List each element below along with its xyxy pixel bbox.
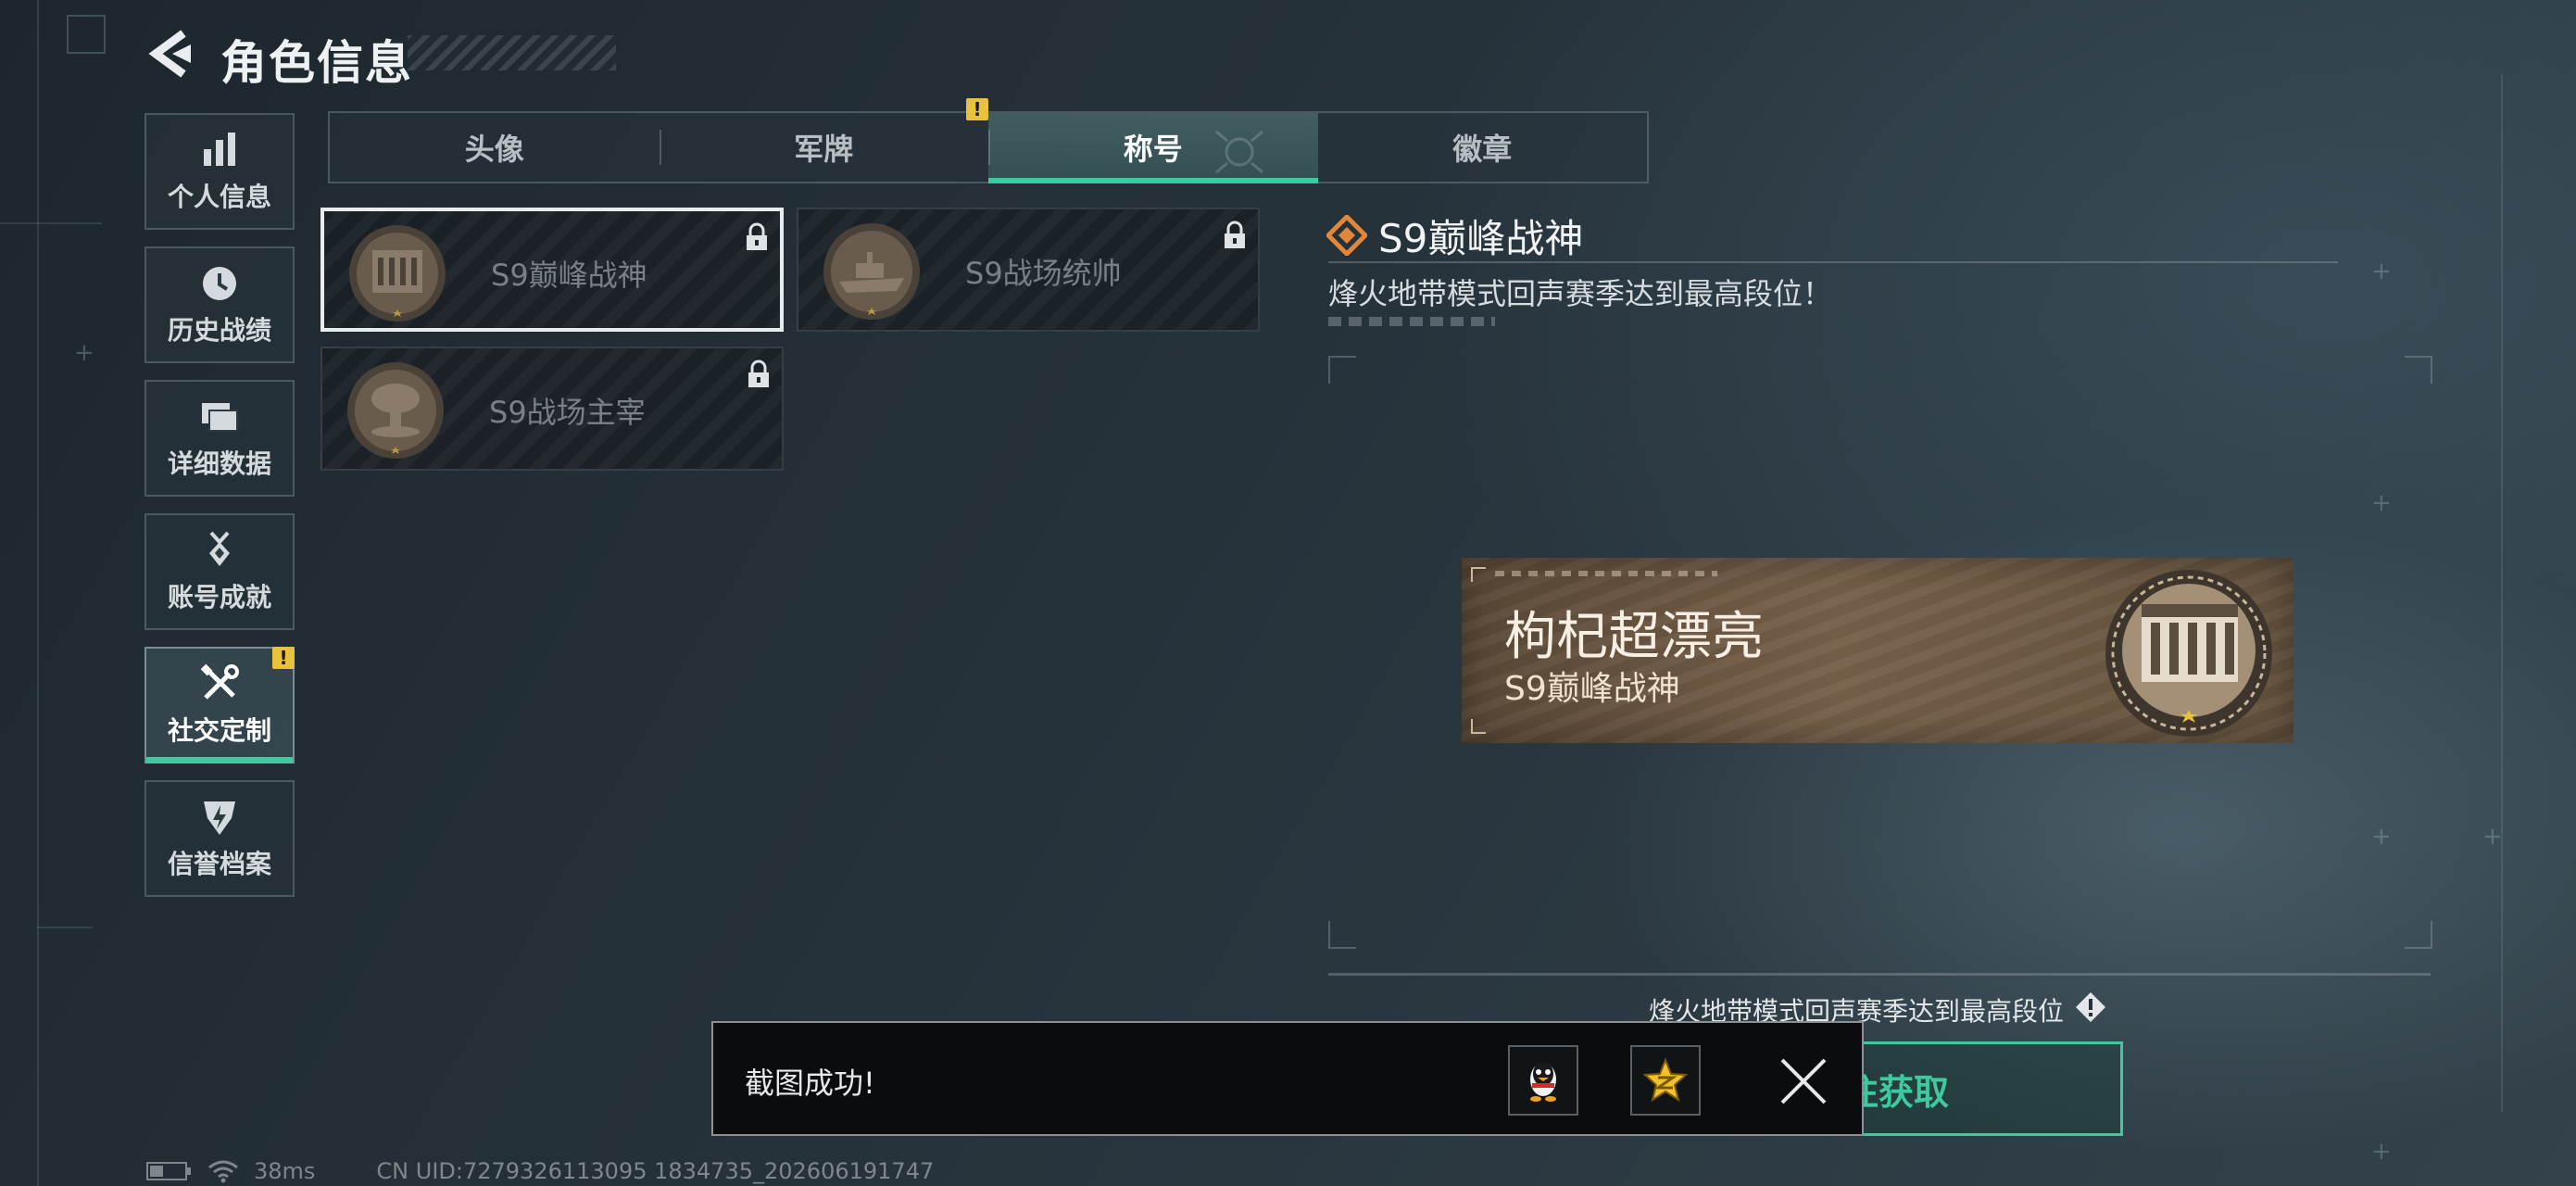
alert-badge: ! [272, 647, 295, 669]
tab-label: 称号 [1123, 132, 1183, 167]
monument-medal-icon [2105, 570, 2272, 737]
back-arrow-icon[interactable] [146, 28, 193, 80]
sidebar-item-achievements[interactable]: 账号成就 [145, 513, 295, 630]
battery-icon [146, 1162, 191, 1180]
title-card-label: S9战场主宰 [489, 395, 646, 430]
bar-chart-icon [204, 132, 235, 166]
title-card[interactable]: S9战场主宰 [320, 347, 784, 471]
title-card-label: S9战场统帅 [965, 256, 1122, 291]
ping-value: 38ms [254, 1158, 316, 1184]
sidebar-item-label: 个人信息 [167, 182, 271, 212]
preview-frame-corner [1328, 356, 1356, 384]
sidebar-item-reputation[interactable]: 信誉档案 [145, 780, 295, 897]
sidebar-item-history[interactable]: 历史战绩 [145, 246, 295, 363]
divider [1328, 973, 2431, 976]
lock-icon [1225, 221, 1245, 248]
wifi-icon [208, 1160, 238, 1183]
medal-icon [209, 531, 230, 566]
detail-title: S9巅峰战神 [1378, 216, 1584, 261]
preview-frame-corner [1328, 921, 1356, 949]
warship-medal-icon [823, 223, 920, 320]
alert-badge: ! [966, 98, 988, 120]
tab-bar: 头像 军牌 ! 称号 徽章 [328, 98, 1649, 183]
info-diamond-icon[interactable] [2075, 991, 2106, 1023]
reticle-decoration-icon [1214, 130, 1263, 174]
sidebar-item-label: 账号成就 [167, 582, 271, 612]
preview-frame-corner [2405, 921, 2432, 949]
title-decoration [408, 35, 616, 70]
sidebar-item-label: 详细数据 [167, 448, 271, 479]
nameplate-tag-decoration [1495, 571, 1717, 576]
sidebar-item-label: 信誉档案 [167, 849, 271, 879]
nameplate-player-name: 枸杞超漂亮 [1504, 607, 1764, 667]
nameplate-corner [1471, 719, 1486, 734]
sidebar-item-details[interactable]: 详细数据 [145, 380, 295, 497]
title-card[interactable]: S9战场统帅 [797, 208, 1260, 332]
tab-label: 军牌 [794, 132, 854, 167]
toast-message: 截图成功! [745, 1066, 875, 1101]
sidebar-item-label: 社交定制 [167, 715, 271, 746]
tab-label: 徽章 [1452, 132, 1513, 167]
uid-text: CN UID:7279326113095 1834735_20260619174… [376, 1158, 935, 1184]
tools-icon [200, 663, 239, 700]
tab-badge[interactable]: 徽章 [1318, 113, 1648, 182]
title-card[interactable]: S9巅峰战神 [320, 208, 784, 332]
active-indicator [146, 757, 293, 763]
folder-icon [202, 403, 238, 432]
lock-icon [747, 222, 767, 250]
clock-icon [203, 267, 236, 300]
tab-title[interactable]: 称号 [988, 113, 1318, 183]
mushroom-cloud-medal-icon [347, 362, 444, 459]
share-qq-button[interactable] [1508, 1045, 1578, 1116]
sidebar-item-social-custom[interactable]: 社交定制 ! [145, 647, 295, 763]
title-card-label: S9巅峰战神 [491, 258, 647, 293]
monument-medal-icon [349, 225, 446, 322]
star-icon [1642, 1057, 1689, 1103]
tab-dogtag[interactable]: 军牌 ! [659, 98, 988, 182]
preview-frame-corner [2405, 356, 2432, 384]
status-bar: 38ms CN UID:7279326113095 1834735_202606… [146, 1158, 934, 1184]
shield-icon [204, 801, 235, 835]
screenshot-toast: 截图成功! [711, 1021, 1864, 1136]
sidebar-item-label: 历史战绩 [167, 315, 271, 346]
detail-subtext-decoration [1328, 317, 1495, 326]
penguin-icon [1530, 1062, 1556, 1102]
page-title: 角色信息 [220, 36, 413, 90]
nameplate-corner [1471, 567, 1486, 582]
sidebar-item-profile[interactable]: 个人信息 [145, 113, 295, 230]
tab-avatar[interactable]: 头像 [330, 113, 660, 182]
lock-icon [748, 360, 769, 387]
tab-label: 头像 [464, 132, 524, 167]
close-icon[interactable] [1778, 1056, 1828, 1106]
nameplate-title: S9巅峰战神 [1504, 670, 1680, 708]
divider [1328, 261, 2338, 263]
detail-description: 烽火地带模式回声赛季达到最高段位！ [1328, 276, 1833, 311]
title-diamond-icon [1326, 215, 1367, 256]
share-qzone-button[interactable] [1630, 1045, 1701, 1116]
nameplate-preview: 枸杞超漂亮 S9巅峰战神 [1462, 558, 2293, 743]
